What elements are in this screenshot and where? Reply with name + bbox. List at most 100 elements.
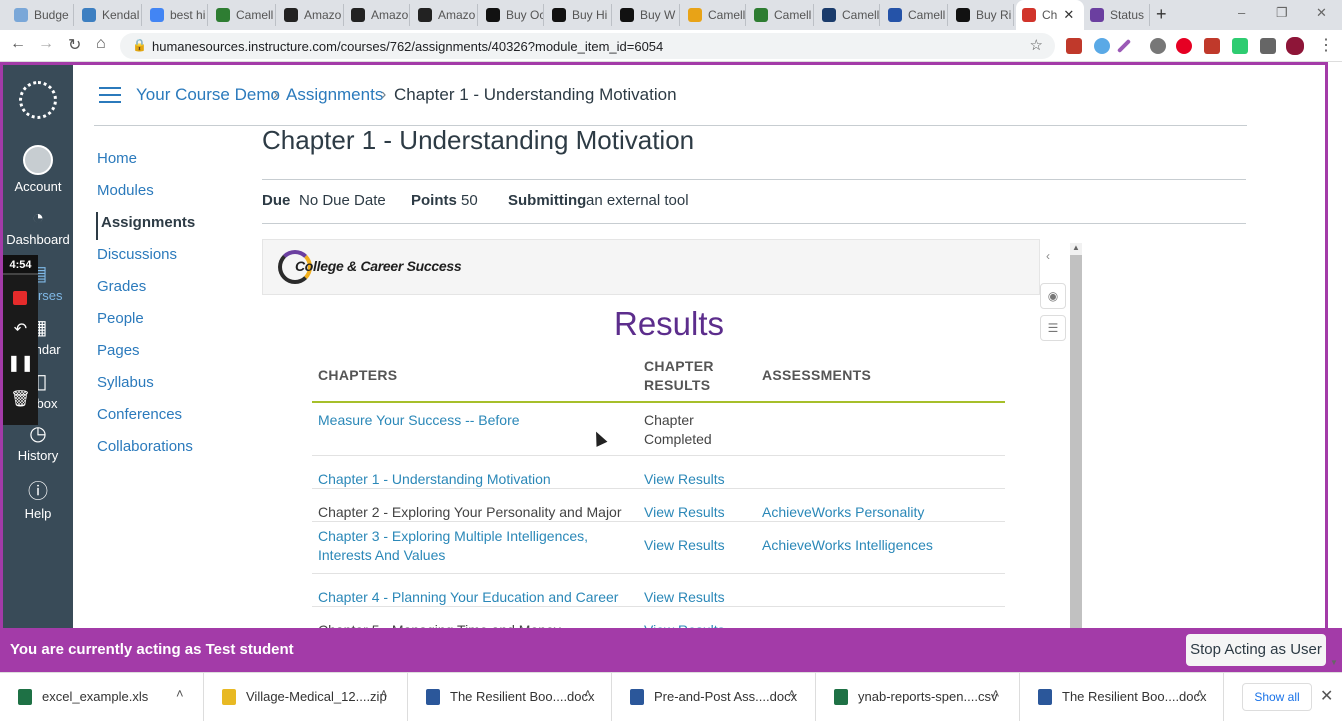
browser-tab[interactable]: Camell [210,4,276,26]
undo-icon[interactable]: ↶ [3,319,38,339]
view-results-link[interactable]: View Results [644,503,725,522]
browser-tab[interactable]: Buy W [614,4,680,26]
chevron-up-icon[interactable]: ˄ [584,686,592,701]
tab-favicon-icon [956,8,970,22]
chapter-cell[interactable]: Chapter 1 - Understanding Motivation [318,470,551,489]
canvas-logo-icon[interactable] [19,81,57,119]
global-nav-help[interactable]: ⓘ Help [3,475,73,521]
breadcrumb-course[interactable]: Your Course Demo [136,85,280,105]
view-results-link[interactable]: View Results [644,588,725,607]
course-nav-item-people[interactable]: People [97,310,144,327]
browser-tab[interactable]: best hi [144,4,208,26]
download-item[interactable]: ynab-reports-spen....csv ˄ [816,673,1020,721]
breadcrumb-assignments[interactable]: Assignments [286,85,383,105]
browser-tab[interactable]: Camell [682,4,746,26]
eye-icon[interactable]: ◉ [1040,283,1066,309]
minimize-icon[interactable]: – [1238,5,1245,20]
tool-scrollbar[interactable]: ▲ [1070,243,1082,630]
browser-tab[interactable]: Camell [748,4,814,26]
browser-tab[interactable]: Camell [816,4,880,26]
cloud-extension-icon[interactable] [1094,38,1110,54]
drive-extension-icon[interactable] [1150,38,1166,54]
forward-icon[interactable]: → [38,35,54,53]
notes-icon[interactable]: ☰ [1040,315,1066,341]
collapse-chevron-icon[interactable]: ‹ [1046,249,1050,263]
pen-extension-icon[interactable] [1116,38,1132,54]
account-label: Account [14,179,62,194]
tab-label: Camell [774,8,812,22]
course-nav-item-assignments[interactable]: Assignments [101,214,195,231]
course-nav-item-discussions[interactable]: Discussions [97,246,177,263]
global-nav-history[interactable]: ◷ History [3,421,73,463]
course-nav-item-home[interactable]: Home [97,150,137,167]
course-nav-item-pages[interactable]: Pages [97,342,140,359]
browser-menu-icon[interactable]: ⋮ [1318,35,1334,55]
address-bar[interactable]: 🔒 humanesources.instructure.com/courses/… [120,33,1055,59]
browser-tab[interactable]: Budge [8,4,74,26]
scroll-up-icon[interactable]: ▲ [1072,243,1080,252]
browser-tab[interactable]: Camell [882,4,948,26]
course-nav-item-modules[interactable]: Modules [97,182,154,199]
browser-tab[interactable]: Ch ✕ [1016,0,1084,30]
scrollbar-thumb[interactable] [1070,255,1082,630]
course-nav-item-collaborations[interactable]: Collaborations [97,438,193,455]
browser-tab[interactable]: Amazo [345,4,410,26]
close-tab-icon[interactable]: ✕ [1063,7,1074,23]
chapter-cell[interactable]: Measure Your Success -- Before [318,411,520,430]
global-nav-account[interactable]: Account [3,145,73,194]
stop-recording-button[interactable] [13,291,27,305]
close-window-icon[interactable]: ✕ [1316,5,1327,21]
browser-tab[interactable]: Amazo [278,4,344,26]
course-nav-item-syllabus[interactable]: Syllabus [97,374,154,391]
course-nav-item-conferences[interactable]: Conferences [97,406,182,423]
browser-tab[interactable]: Buy Oc [480,4,544,26]
download-item[interactable]: The Resilient Boo....docx ˄ [1020,673,1224,721]
close-downloads-icon[interactable]: ✕ [1320,686,1333,706]
download-item[interactable]: Village-Medical_12....zip ˄ [204,673,408,721]
bookmark-star-icon[interactable]: ☆ [1030,36,1043,54]
chevron-up-icon[interactable]: ˄ [1196,686,1204,701]
scroll-down-icon[interactable]: ▼ [1330,658,1338,667]
pause-icon[interactable]: ❚❚ [3,353,38,373]
calendar-extension-icon[interactable] [1066,38,1082,54]
restore-icon[interactable]: ❐ [1276,5,1288,21]
college-career-success-logo: College & Career Success [273,248,462,288]
course-nav-item-grades[interactable]: Grades [97,278,146,295]
divider [262,223,1246,224]
download-item[interactable]: The Resilient Boo....docx ˄ [408,673,612,721]
back-icon[interactable]: ← [10,35,26,53]
new-tab-icon[interactable]: + [1156,4,1167,25]
browser-tab[interactable]: Buy Ri [950,4,1014,26]
chevron-up-icon[interactable]: ˄ [380,686,388,701]
grammarly-extension-icon[interactable] [1232,38,1248,54]
browser-tab[interactable]: Buy Hi [546,4,612,26]
view-results-link[interactable]: View Results [644,470,725,489]
browser-tab[interactable]: Kendal [76,4,142,26]
assessment-link[interactable]: AchieveWorks Personality [762,503,924,522]
chevron-up-icon[interactable]: ˄ [992,686,1000,701]
home-icon[interactable]: ⌂ [96,35,106,53]
pdf-extension-icon[interactable] [1204,38,1220,54]
trash-icon[interactable]: 🗑 [3,389,38,409]
assessment-link[interactable]: AchieveWorks Intelligences [762,536,933,555]
pinterest-extension-icon[interactable] [1176,38,1192,54]
url-text[interactable]: humanesources.instructure.com/courses/76… [152,39,663,54]
chevron-up-icon[interactable]: ˄ [788,686,796,701]
course-menu-toggle-icon[interactable] [99,87,121,103]
canvas-page-frame: Account ◔ Dashboard ▤ ourses ▦ endar ◫ b… [0,62,1328,630]
file-icon [222,689,236,705]
stop-acting-button[interactable]: Stop Acting as User [1186,634,1326,666]
puzzle-extensions-icon[interactable] [1260,38,1276,54]
browser-tab[interactable]: Amazo [412,4,478,26]
reload-icon[interactable]: ↻ [68,35,81,55]
view-results-link[interactable]: View Results [644,536,725,555]
chapter-cell[interactable]: Chapter 3 - Exploring Multiple Intellige… [318,527,588,565]
show-all-downloads-button[interactable]: Show all [1242,683,1312,711]
download-item[interactable]: excel_example.xls ˄ [0,673,204,721]
download-item[interactable]: Pre-and-Post Ass....docx ˄ [612,673,816,721]
profile-avatar[interactable] [1286,37,1304,55]
browser-tab[interactable]: Status [1084,4,1150,26]
global-nav-dashboard[interactable]: ◔ Dashboard [3,207,73,247]
chapter-cell[interactable]: Chapter 4 - Planning Your Education and … [318,588,618,607]
chevron-up-icon[interactable]: ˄ [176,686,184,701]
